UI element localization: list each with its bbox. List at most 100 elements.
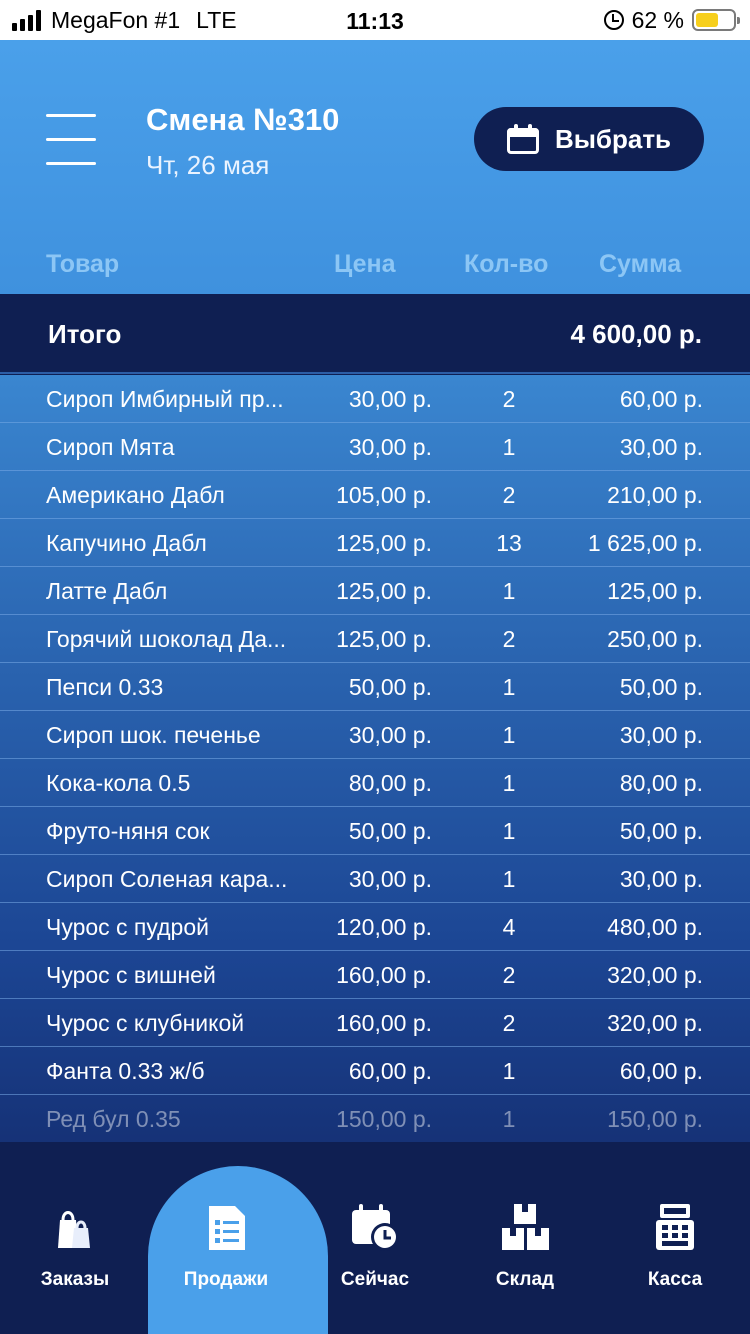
- qty-cell: 1: [502, 1106, 516, 1132]
- page-title: Смена №310: [146, 102, 340, 137]
- tab-sales[interactable]: Продажи: [148, 1142, 328, 1334]
- battery-icon: [692, 9, 740, 31]
- calendar-clock-icon: [352, 1204, 399, 1251]
- column-header-qty: Кол-во: [464, 250, 549, 278]
- qty-cell: 1: [502, 722, 516, 748]
- price-cell: 125,00 р.: [336, 626, 432, 652]
- qty-cell: 2: [502, 962, 516, 988]
- table-row[interactable]: Чурос с пудрой 120,00 р. 4 480,00 р.: [0, 903, 750, 951]
- table-row[interactable]: Сироп шок. печенье 30,00 р. 1 30,00 р.: [0, 711, 750, 759]
- price-cell: 125,00 р.: [336, 530, 432, 556]
- column-header-price: Цена: [334, 250, 396, 278]
- alarm-icon: [603, 10, 624, 30]
- price-cell: 60,00 р.: [348, 1058, 432, 1084]
- pick-date-label: Выбрать: [554, 123, 672, 154]
- product-name: Сироп Мята: [46, 434, 175, 460]
- table-row[interactable]: Горячий шоколад Да... 125,00 р. 2 250,00 р.: [0, 615, 750, 663]
- table-row[interactable]: Кока-кола 0.5 80,00 р. 1 80,00 р.: [0, 759, 750, 807]
- qty-cell: 1: [502, 1058, 516, 1084]
- qty-cell: 1: [502, 434, 516, 460]
- total-value: 4 600,00 р.: [570, 319, 702, 349]
- battery-percent: 62 %: [631, 6, 684, 33]
- product-name: Чурос с вишней: [46, 962, 216, 988]
- sum-cell: 320,00 р.: [607, 962, 703, 988]
- table-row[interactable]: Чурос с клубникой 160,00 р. 2 320,00 р.: [0, 999, 750, 1047]
- column-header-sum: Сумма: [599, 250, 682, 278]
- receipt-icon: [209, 1206, 245, 1250]
- total-row: Итого 4 600,00 р.: [0, 294, 750, 374]
- tab-now-label: Сейчас: [340, 1269, 410, 1290]
- product-name: Фруто-няня сок: [46, 818, 210, 844]
- header: Смена №310 Чт, 26 мая Выбрать Товар Цена…: [0, 40, 750, 294]
- tab-orders[interactable]: Заказы: [0, 1142, 150, 1334]
- sum-cell: 480,00 р.: [607, 914, 703, 940]
- product-name: Сироп Соленая кара...: [46, 866, 288, 892]
- product-name: Чурос с клубникой: [46, 1010, 245, 1036]
- battery-level: [696, 13, 719, 27]
- qty-cell: 1: [502, 770, 516, 796]
- price-cell: 30,00 р.: [348, 722, 432, 748]
- qty-cell: 2: [502, 626, 516, 652]
- table-row[interactable]: Сироп Соленая кара... 30,00 р. 1 30,00 р.: [0, 855, 750, 903]
- price-cell: 30,00 р.: [348, 434, 432, 460]
- network-type: LTE: [196, 6, 237, 33]
- sum-cell: 210,00 р.: [607, 482, 703, 508]
- tab-register[interactable]: Касса: [600, 1142, 750, 1334]
- price-cell: 125,00 р.: [336, 578, 432, 604]
- tab-register-label: Касса: [647, 1269, 703, 1290]
- table-row[interactable]: Чурос с вишней 160,00 р. 2 320,00 р.: [0, 951, 750, 999]
- status-bar: MegaFon #1 LTE 11:13 62 %: [0, 0, 750, 40]
- column-header-product: Товар: [46, 250, 120, 278]
- tab-orders-label: Заказы: [40, 1269, 110, 1290]
- tab-now[interactable]: Сейчас: [300, 1142, 450, 1334]
- table-row[interactable]: Сироп Мята 30,00 р. 1 30,00 р.: [0, 423, 750, 471]
- product-name: Чурос с пудрой: [46, 914, 209, 940]
- price-cell: 105,00 р.: [336, 482, 432, 508]
- signal-icon: [12, 9, 41, 31]
- carrier-name: MegaFon #1: [51, 6, 181, 33]
- sum-cell: 50,00 р.: [619, 818, 703, 844]
- table-row[interactable]: Фанта 0.33 ж/б 60,00 р. 1 60,00 р.: [0, 1047, 750, 1095]
- sum-cell: 30,00 р.: [619, 722, 703, 748]
- table-row[interactable]: Сироп Имбирный пр... 30,00 р. 2 60,00 р.: [0, 375, 750, 423]
- table-row[interactable]: Ред бул 0.35 150,00 р. 1 150,00 р.: [0, 1095, 750, 1143]
- product-name: Ред бул 0.35: [46, 1106, 181, 1132]
- table-row[interactable]: Фруто-няня сок 50,00 р. 1 50,00 р.: [0, 807, 750, 855]
- table-row[interactable]: Американо Дабл 105,00 р. 2 210,00 р.: [0, 471, 750, 519]
- price-cell: 50,00 р.: [348, 818, 432, 844]
- hamburger-menu-icon[interactable]: [46, 114, 98, 168]
- cash-register-icon: [656, 1204, 694, 1250]
- sum-cell: 320,00 р.: [607, 1010, 703, 1036]
- qty-cell: 1: [502, 674, 516, 700]
- product-name: Пепси 0.33: [46, 674, 164, 700]
- sum-cell: 80,00 р.: [619, 770, 703, 796]
- qty-cell: 1: [502, 818, 516, 844]
- calendar-icon: [506, 124, 539, 154]
- price-cell: 50,00 р.: [348, 674, 432, 700]
- shift-date: Чт, 26 мая: [146, 150, 270, 180]
- sum-cell: 1 625,00 р.: [587, 530, 703, 556]
- table-row[interactable]: Пепси 0.33 50,00 р. 1 50,00 р.: [0, 663, 750, 711]
- sales-table[interactable]: Сироп Имбирный пр... 30,00 р. 2 60,00 р. Сир…: [0, 375, 750, 1190]
- price-cell: 30,00 р.: [348, 866, 432, 892]
- bottom-tab-bar: Заказы Продажи Сейчас Склад Касса: [0, 1142, 750, 1334]
- product-name: Сироп Имбирный пр...: [46, 386, 284, 412]
- product-name: Горячий шоколад Да...: [46, 626, 287, 652]
- status-left: MegaFon #1 LTE: [12, 0, 237, 40]
- table-row[interactable]: Латте Дабл 125,00 р. 1 125,00 р.: [0, 567, 750, 615]
- table-row[interactable]: Капучино Дабл 125,00 р. 13 1 625,00 р.: [0, 519, 750, 567]
- sum-cell: 150,00 р.: [607, 1106, 703, 1132]
- product-name: Кока-кола 0.5: [46, 770, 191, 796]
- sum-cell: 60,00 р.: [619, 386, 703, 412]
- qty-cell: 4: [502, 914, 516, 940]
- product-name: Фанта 0.33 ж/б: [46, 1058, 205, 1084]
- sum-cell: 50,00 р.: [619, 674, 703, 700]
- pick-date-button[interactable]: Выбрать: [474, 107, 704, 171]
- qty-cell: 13: [496, 530, 522, 556]
- qty-cell: 2: [502, 482, 516, 508]
- tab-warehouse[interactable]: Склад: [450, 1142, 600, 1334]
- sum-cell: 30,00 р.: [619, 434, 703, 460]
- qty-cell: 1: [502, 866, 516, 892]
- tab-sales-label: Продажи: [183, 1269, 269, 1290]
- qty-cell: 1: [502, 578, 516, 604]
